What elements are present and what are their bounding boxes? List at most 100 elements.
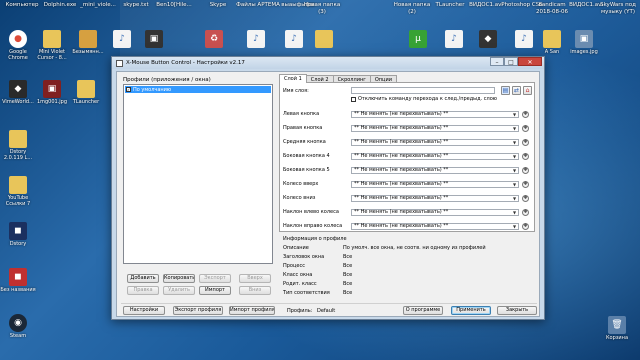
profiles-label: Профили (приложения / окна) xyxy=(123,77,211,83)
desktop-label[interactable]: Skype xyxy=(196,2,240,9)
gear-icon[interactable]: ✱ xyxy=(522,166,529,174)
window-controls: – □ ✕ xyxy=(490,57,542,66)
edit-profile-button[interactable]: Правка xyxy=(127,286,159,295)
mapping-row-tilt-left: Наклон влево колеса ** Не менять (не пер… xyxy=(283,208,533,216)
desktop-icon-vimeworld[interactable]: ◆ VimeWorld... xyxy=(0,80,36,105)
desktop-icon-steam[interactable]: ◉ Steam xyxy=(0,314,36,339)
desktop-icon-wma[interactable]: ♪ xyxy=(104,30,140,49)
copy-profile-button[interactable]: Копировать xyxy=(163,274,195,283)
action-dropdown[interactable]: ** Не менять (не перехватывать) ** ▼ xyxy=(351,152,519,160)
disable-layer-switch-row[interactable]: Отключить команду перехода к след./преды… xyxy=(351,96,497,102)
desktop-label[interactable]: SkyWars под музыку (YT) xyxy=(596,2,640,15)
desktop-icon-image[interactable]: ▣ images.jpg xyxy=(566,30,602,55)
import-profile-button[interactable]: Импорт профиля xyxy=(229,306,275,315)
action-dropdown[interactable]: ** Не менять (не перехватывать) ** ▼ xyxy=(351,124,519,132)
chevron-down-icon: ▼ xyxy=(512,181,517,187)
minimize-button[interactable]: – xyxy=(490,57,504,66)
folder-icon xyxy=(9,130,27,148)
action-dropdown[interactable]: ** Не менять (не перехватывать) ** ▼ xyxy=(351,208,519,216)
gear-icon[interactable]: ✱ xyxy=(522,152,529,160)
gear-icon[interactable]: ✱ xyxy=(522,222,529,230)
add-profile-button[interactable]: Добавить xyxy=(127,274,159,283)
chevron-down-icon: ▼ xyxy=(512,223,517,229)
desktop-icon-wma[interactable]: ♪ xyxy=(436,30,472,49)
reset-icon[interactable]: ⌂ xyxy=(523,86,532,95)
up-button[interactable]: Вверх xyxy=(239,274,271,283)
desktop-icon-folder[interactable]: Безымянн... xyxy=(70,30,106,55)
desktop-label[interactable]: Ben10[Hile... xyxy=(152,2,196,9)
export-button[interactable]: Экспорт xyxy=(199,274,231,283)
wma-icon: ♪ xyxy=(285,30,303,48)
desktop-icon-folder[interactable]: A San xyxy=(534,30,570,55)
row-label: Наклон влево колеса xyxy=(283,209,339,215)
action-dropdown[interactable]: ** Не менять (не перехватывать) ** ▼ xyxy=(351,194,519,202)
desktop-icon-folder[interactable]: Mini Violet Cursor - 8... xyxy=(34,30,70,61)
action-dropdown[interactable]: ** Не менять (не перехватывать) ** ▼ xyxy=(351,110,519,118)
desktop-top-icon-strip: Компьютер Dolphin.exe _mini_viole... sky… xyxy=(0,0,640,26)
action-dropdown[interactable]: ** Не менять (не перехватывать) ** ▼ xyxy=(351,222,519,230)
mapping-row-middle: Средняя кнопка ** Не менять (не перехват… xyxy=(283,138,533,146)
close-button[interactable]: Закрыть xyxy=(497,306,537,315)
profile-checkbox[interactable]: ✓ xyxy=(126,87,131,92)
gear-icon[interactable]: ✱ xyxy=(522,180,529,188)
folder-icon xyxy=(43,30,61,48)
import-button[interactable]: Импорт xyxy=(199,286,231,295)
chevron-down-icon: ▼ xyxy=(512,139,517,145)
app-icon: ◼ xyxy=(9,268,27,286)
desktop-icon-app[interactable]: ◼ Dstory xyxy=(0,222,36,247)
wma-icon: ♪ xyxy=(247,30,265,48)
chevron-down-icon: ▼ xyxy=(512,209,517,215)
vimeworld-icon: ◆ xyxy=(9,80,27,98)
apply-button[interactable]: Применить xyxy=(451,306,491,315)
mapping-row-wheel-down: Колесо вниз ** Не менять (не перехватыва… xyxy=(283,194,533,202)
desktop-icon-recycle[interactable]: ♻ xyxy=(196,30,232,49)
app-icon: ◼ xyxy=(9,222,27,240)
profile-info-title: Информация о профиле xyxy=(283,236,347,242)
maximize-button[interactable]: □ xyxy=(504,57,518,66)
export-profile-button[interactable]: Экспорт профиля xyxy=(173,306,223,315)
mapping-row-right: Правая кнопка ** Не менять (не перехваты… xyxy=(283,124,533,132)
mapping-row-side4: Боковая кнопка 4 ** Не менять (не перехв… xyxy=(283,152,533,160)
tab-layer-1[interactable]: Слой 1 xyxy=(279,74,307,83)
folder-icon xyxy=(9,176,27,194)
gear-icon[interactable]: ✱ xyxy=(522,110,529,118)
layer-name-input[interactable] xyxy=(351,87,495,94)
disable-layer-switch-checkbox[interactable] xyxy=(351,96,356,102)
title-bar[interactable]: X-Mouse Button Control - Настройки v2.17… xyxy=(112,57,544,69)
desktop-icon-image[interactable]: ▣ 1mg001.jpg xyxy=(34,80,70,105)
row-label: Левая кнопка xyxy=(283,111,320,117)
action-dropdown[interactable]: ** Не менять (не перехватывать) ** ▼ xyxy=(351,180,519,188)
action-dropdown[interactable]: ** Не менять (не перехватывать) ** ▼ xyxy=(351,138,519,146)
close-window-button[interactable]: ✕ xyxy=(518,57,542,66)
about-button[interactable]: О программе xyxy=(403,306,443,315)
desktop-icon-app[interactable]: ▣ xyxy=(136,30,172,49)
chevron-down-icon: ▼ xyxy=(512,167,517,173)
settings-button[interactable]: Настройки xyxy=(123,306,165,315)
desktop-icon-wma[interactable]: ♪ xyxy=(238,30,274,49)
layer-doc-icon[interactable]: ▤ xyxy=(501,86,510,95)
down-button[interactable]: Вниз xyxy=(239,286,271,295)
desktop-icon-tlauncher[interactable]: TLauncher xyxy=(68,80,104,105)
desktop-icon-utorrent[interactable]: µ xyxy=(400,30,436,49)
desktop-icon-recycle-bin[interactable]: 🗑 Корзина xyxy=(602,316,632,341)
desktop-icon-folder[interactable]: YouTube Ссылки 7 xyxy=(0,176,36,207)
gear-icon[interactable]: ✱ xyxy=(522,124,529,132)
profiles-list[interactable]: ✓ По умолчанию xyxy=(123,84,273,264)
gear-icon[interactable]: ✱ xyxy=(522,194,529,202)
profile-item-default[interactable]: ✓ По умолчанию xyxy=(125,86,271,93)
desktop-label[interactable]: Файлы АРТЕМА xyxy=(236,2,280,9)
swap-icon[interactable]: ⇄ xyxy=(512,86,521,95)
action-dropdown[interactable]: ** Не менять (не перехватывать) ** ▼ xyxy=(351,166,519,174)
info-row: Класс окна Все xyxy=(283,272,353,278)
app-icon: ◆ xyxy=(479,30,497,48)
desktop-icon-chrome[interactable]: ● Google Chrome xyxy=(0,30,36,61)
gear-icon[interactable]: ✱ xyxy=(522,208,529,216)
desktop-icon-app[interactable]: ◼ Без названия xyxy=(0,268,36,293)
desktop-label[interactable]: Новая папка (3) xyxy=(300,2,344,15)
delete-profile-button[interactable]: Удалить xyxy=(163,286,195,295)
desktop-icon-folder[interactable]: Dstory 2.0.119 L... xyxy=(0,130,36,161)
xmbc-settings-window: X-Mouse Button Control - Настройки v2.17… xyxy=(111,56,545,320)
desktop-icon-folder[interactable] xyxy=(306,30,342,49)
gear-icon[interactable]: ✱ xyxy=(522,138,529,146)
desktop-icon-app[interactable]: ◆ xyxy=(470,30,506,49)
